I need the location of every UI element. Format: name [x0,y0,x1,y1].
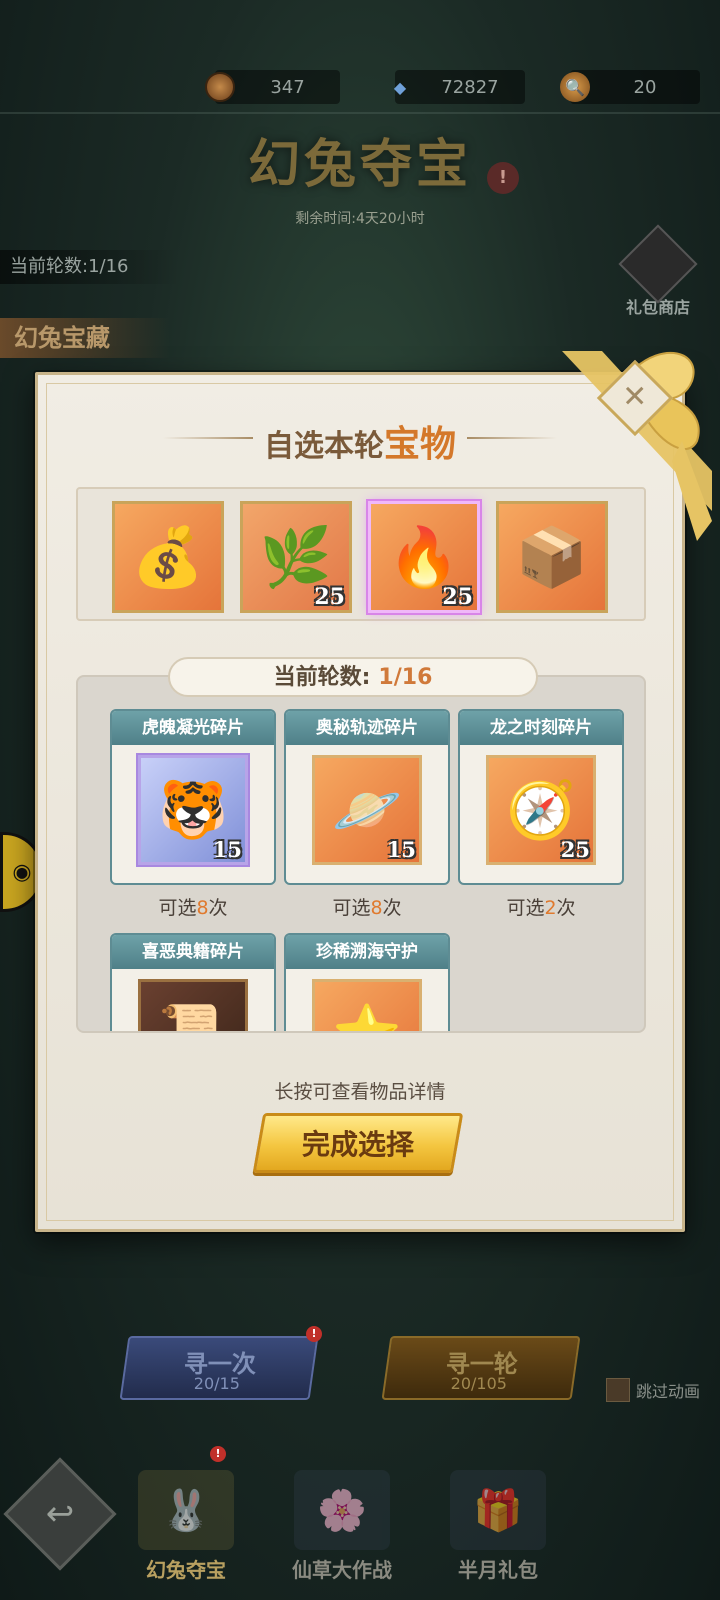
selected-slot-lucky-bag[interactable]: 💰 [112,501,224,613]
slot-count: 25 [314,584,345,610]
coin-value: 347 [270,76,305,98]
coin-icon [205,72,235,102]
flower-icon: 🌸 [294,1470,390,1550]
card-title: 奥秘轨迹碎片 [286,711,448,745]
avail-suffix: 次 [208,897,228,919]
nav-tab-label: 幻兔夺宝 [146,1558,226,1582]
current-round-label: 当前轮数:1/16 [0,250,180,284]
selected-slot-gold-chest[interactable]: 📦 [496,501,608,613]
skip-animation-toggle[interactable]: 跳过动画 [606,1378,700,1402]
card-title: 龙之时刻碎片 [460,711,622,745]
lucky-bag-icon: 💰 [131,522,205,591]
modal-title: 自选本轮宝物 [38,415,682,467]
magnifier-key-icon: 🔍 [560,72,590,102]
pool-card[interactable]: 喜恶典籍碎片 📜 [110,933,276,1031]
selected-treasures-row: 💰 🌿 25 🔥 25 📦 [76,487,646,621]
round-banner-value: 1/16 [378,665,433,690]
back-button[interactable]: ↩ [3,1457,117,1571]
avail-prefix: 可选 [506,897,545,919]
skip-checkbox[interactable] [606,1378,630,1402]
pool-card[interactable]: 珍稀溯海守护 ⭐ [284,933,450,1031]
long-press-hint: 长按可查看物品详情 [274,1081,446,1103]
coin-counter: 347 [205,70,340,104]
card-title: 喜恶典籍碎片 [112,935,274,969]
avail-suffix: 次 [382,897,402,919]
book-shard-icon: 📜 [158,1001,228,1031]
gold-chest-icon: 📦 [515,522,589,591]
item-image: ⭐ [312,979,422,1031]
complete-selection-button[interactable]: 完成选择 [252,1113,464,1173]
back-arrow-icon: ↩ [45,1494,75,1534]
search-round-count: 20/105 [450,1374,507,1393]
round-banner-label: 当前轮数: [273,665,371,690]
card-title: 珍稀溯海守护 [286,935,448,969]
notification-dot: ! [210,1446,226,1462]
avail-suffix: 次 [556,897,576,919]
available-times: 可选8次 [284,893,450,920]
close-icon: ✕ [622,379,648,415]
pool-card[interactable]: 奥秘轨迹碎片 🪐 15 [284,709,450,885]
search-once-count: 20/15 [193,1374,240,1393]
event-info-button[interactable]: ! [487,162,519,194]
available-times: 可选8次 [110,893,276,920]
tiger-shard-icon: 🐯 [158,778,228,843]
dragon-compass-icon: 🧭 [506,778,576,843]
item-image: 🧭 25 [486,755,596,865]
gift-icon: 🎁 [450,1470,546,1550]
nav-tab-label: 半月礼包 [458,1558,538,1582]
notification-dot: ! [306,1326,322,1342]
nav-tab-xiancao[interactable]: 🌸 仙草大作战 [272,1470,412,1582]
item-count: 15 [386,837,416,862]
item-count: 25 [560,837,590,862]
avail-number: 8 [196,897,209,919]
search-round-button[interactable]: 寻一轮 20/105 [381,1336,581,1400]
modal-title-highlight: 宝物 [383,423,456,465]
fire-box-icon: 🔥 [387,522,461,591]
currency-bar: 347 ◆ 72827 🔍 20 [0,70,720,110]
item-image: 📜 [138,979,248,1031]
pool-card[interactable]: 龙之时刻碎片 🧭 25 [458,709,624,885]
avail-number: 8 [370,897,383,919]
avail-prefix: 可选 [158,897,197,919]
slot-count: 25 [442,584,473,610]
pool-card[interactable]: 虎魄凝光碎片 🐯 15 [110,709,276,885]
search-once-button[interactable]: 寻一次 20/15 [119,1336,319,1400]
gift-shop-button[interactable]: 礼包商店 [616,224,700,318]
nav-tab-huantu[interactable]: 🐰 幻兔夺宝 [116,1470,256,1582]
treasure-tab[interactable]: 幻兔宝藏 [0,318,170,358]
avail-number: 2 [544,897,557,919]
available-times: 可选2次 [458,893,624,920]
selected-slot-vines[interactable]: 🌿 25 [240,501,352,613]
key-value: 20 [633,76,657,98]
vines-icon: 🌿 [259,522,333,591]
item-count: 15 [212,837,242,862]
event-title: 幻兔夺宝 [247,134,472,195]
avail-prefix: 可选 [332,897,371,919]
sea-guard-icon: ⭐ [332,1001,402,1031]
item-image: 🪐 15 [312,755,422,865]
nav-tab-banyue[interactable]: 🎁 半月礼包 [428,1470,568,1582]
card-title: 虎魄凝光碎片 [112,711,274,745]
skip-label: 跳过动画 [636,1382,701,1401]
header-divider [0,112,720,114]
selected-slot-fire-box[interactable]: 🔥 25 [368,501,480,613]
mascot-icon: ◉ [12,859,32,885]
round-banner: 当前轮数: 1/16 [168,657,538,697]
nav-tab-label: 仙草大作战 [292,1558,392,1582]
diamond-value: 72827 [441,76,499,98]
diamond-counter: ◆ 72827 [394,70,525,104]
treasure-pool-grid[interactable]: 虎魄凝光碎片 🐯 15 奥秘轨迹碎片 🪐 15 龙之时刻碎片 🧭 25 可选8次… [76,675,646,1033]
gift-box-icon [618,224,698,304]
remaining-time: 剩余时间:4天20小时 [295,211,425,227]
key-counter: 🔍 20 [560,70,700,104]
modal-title-prefix: 自选本轮 [263,429,384,464]
complete-selection-label: 完成选择 [301,1128,414,1161]
orbit-shard-icon: 🪐 [332,778,402,843]
diamond-icon: ◆ [393,77,407,97]
item-image: 🐯 15 [138,755,248,865]
rabbit-icon: 🐰 [138,1470,234,1550]
treasure-select-modal: ✕ 自选本轮宝物 💰 🌿 25 🔥 25 📦 当前轮数: 1/16 虎魄凝光碎片 [35,351,712,1232]
